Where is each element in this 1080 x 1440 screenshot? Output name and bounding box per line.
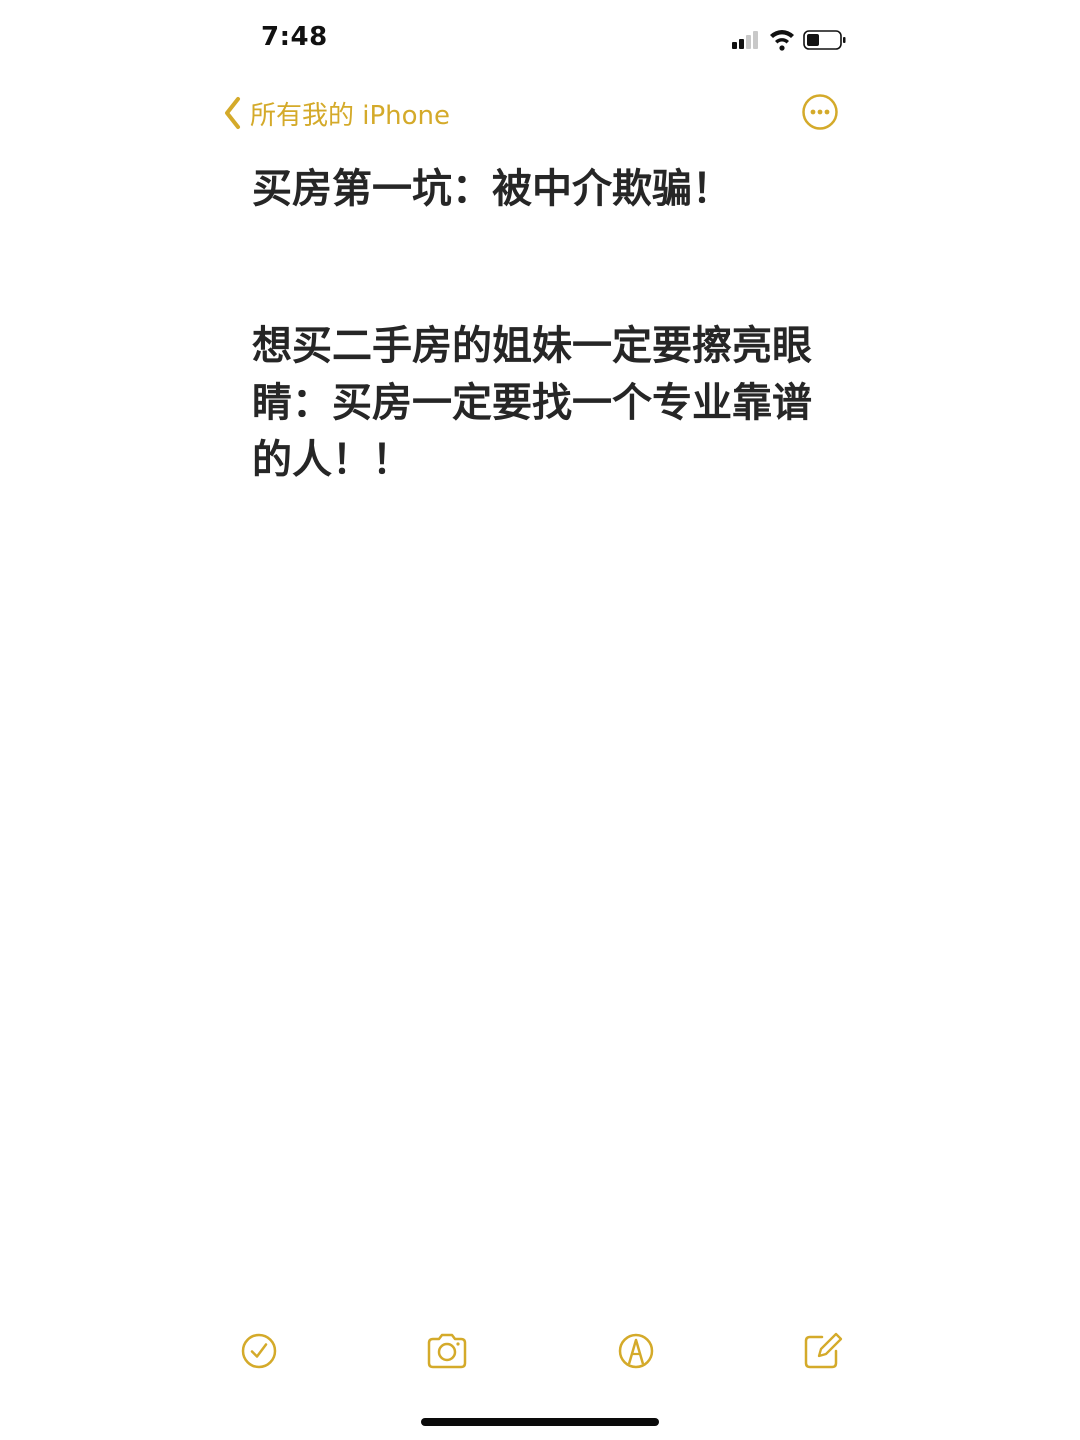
note-body[interactable]: 想买二手房的姐妹一定要擦亮眼睛：买房一定要找一个专业靠谱的人！！ (252, 318, 812, 489)
back-button[interactable]: 所有我的 iPhone (222, 92, 450, 134)
back-button-label: 所有我的 iPhone (250, 100, 451, 131)
notes-screen: 7:48 所有我的 iPhone 买房第一坑：被中介欺骗！ 想买二手房的姐妹一定… (0, 0, 1080, 1440)
status-time: 7:48 (261, 22, 328, 52)
note-title[interactable]: 买房第一坑：被中介欺骗！ (252, 160, 832, 218)
status-icons (732, 30, 846, 51)
compose-icon[interactable] (800, 1329, 844, 1373)
camera-icon[interactable] (425, 1329, 469, 1373)
markup-pen-icon[interactable] (614, 1329, 658, 1373)
ellipsis-circle-icon[interactable] (801, 93, 839, 131)
battery-icon (803, 30, 846, 50)
home-indicator[interactable] (421, 1418, 659, 1426)
wifi-icon (770, 30, 794, 51)
chevron-left-icon (225, 97, 240, 129)
checklist-icon[interactable] (237, 1329, 281, 1373)
cellular-signal-icon (732, 31, 758, 49)
